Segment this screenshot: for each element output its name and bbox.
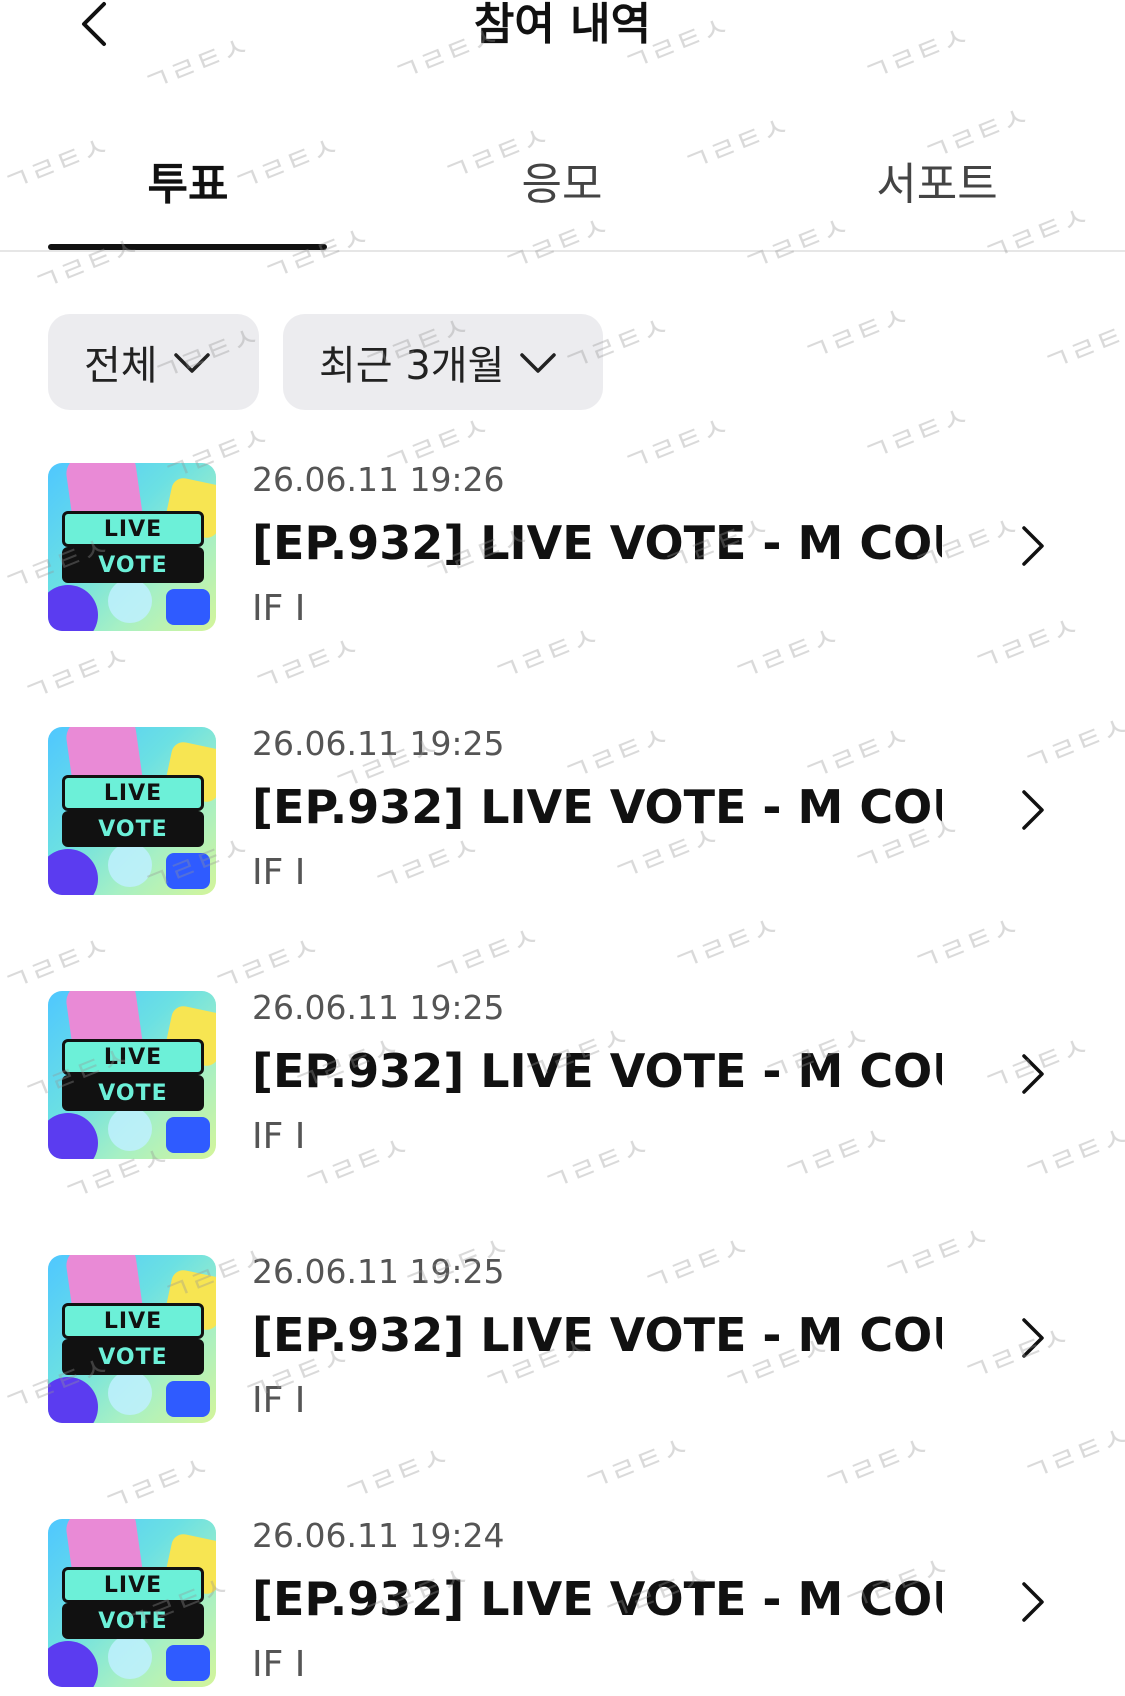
vote-thumbnail: LIVE VOTE xyxy=(48,463,216,631)
chevron-right-icon xyxy=(1022,1582,1044,1622)
watermark: ㄱㄹㅌㅅ xyxy=(1038,308,1125,383)
thumb-label-top: LIVE xyxy=(62,511,204,547)
thumb-label-bottom: VOTE xyxy=(62,1339,204,1375)
app-screen: 참여 내역 투표 응모 서포트 전체 최근 3개월 LIVE VOTE 26.0… xyxy=(0,0,1125,1696)
tab-label: 응모 xyxy=(521,159,603,210)
thumb-label-top: LIVE xyxy=(62,775,204,811)
vote-thumbnail: LIVE VOTE xyxy=(48,1519,216,1687)
item-date: 26.06.11 19:24 xyxy=(252,1516,505,1555)
vote-thumbnail: LIVE VOTE xyxy=(48,991,216,1159)
watermark: ㄱㄹㅌㅅ xyxy=(798,298,915,373)
list-item[interactable]: LIVE VOTE 26.06.11 19:25 [EP.932] LIVE V… xyxy=(0,1252,1125,1472)
list-item[interactable]: LIVE VOTE 26.06.11 19:25 [EP.932] LIVE V… xyxy=(0,724,1125,944)
tab-vote[interactable]: 투표 xyxy=(48,130,328,250)
item-date: 26.06.11 19:25 xyxy=(252,988,505,1027)
chevron-right-icon xyxy=(1022,1318,1044,1358)
header: 참여 내역 xyxy=(0,0,1125,80)
chevron-right-icon xyxy=(1022,1054,1044,1094)
filter-period-dropdown[interactable]: 최근 3개월 xyxy=(283,314,603,410)
chevron-down-icon xyxy=(520,353,557,373)
item-date: 26.06.11 19:25 xyxy=(252,1252,505,1291)
tab-support[interactable]: 서포트 xyxy=(797,130,1077,250)
thumb-label-bottom: VOTE xyxy=(62,1075,204,1111)
tab-active-indicator xyxy=(48,244,327,250)
item-subtitle: IF I xyxy=(252,1116,306,1157)
chevron-right-icon xyxy=(1022,790,1044,830)
tab-label: 투표 xyxy=(147,159,229,210)
item-subtitle: IF I xyxy=(252,852,306,893)
thumb-label-bottom: VOTE xyxy=(62,1603,204,1639)
item-subtitle: IF I xyxy=(252,1644,306,1685)
thumb-label-top: LIVE xyxy=(62,1039,204,1075)
thumb-label-bottom: VOTE xyxy=(62,811,204,847)
list-item[interactable]: LIVE VOTE 26.06.11 19:24 [EP.932] LIVE V… xyxy=(0,1516,1125,1696)
vote-thumbnail: LIVE VOTE xyxy=(48,727,216,895)
chevron-right-icon xyxy=(1022,526,1044,566)
tab-bar: 투표 응모 서포트 xyxy=(0,130,1125,252)
item-title: [EP.932] LIVE VOTE - M COU... xyxy=(252,516,942,570)
item-title: [EP.932] LIVE VOTE - M COU... xyxy=(252,1044,942,1098)
item-date: 26.06.11 19:25 xyxy=(252,724,505,763)
item-subtitle: IF I xyxy=(252,1380,306,1421)
item-title: [EP.932] LIVE VOTE - M COU... xyxy=(252,780,942,834)
page-title: 참여 내역 xyxy=(473,0,652,50)
list-item[interactable]: LIVE VOTE 26.06.11 19:26 [EP.932] LIVE V… xyxy=(0,460,1125,680)
tab-entry[interactable]: 응모 xyxy=(422,130,702,250)
tab-label: 서포트 xyxy=(876,159,998,210)
filter-label: 전체 xyxy=(84,343,158,389)
filter-category-dropdown[interactable]: 전체 xyxy=(48,314,259,410)
filter-label: 최근 3개월 xyxy=(319,343,505,389)
item-title: [EP.932] LIVE VOTE - M COU... xyxy=(252,1572,942,1626)
vote-thumbnail: LIVE VOTE xyxy=(48,1255,216,1423)
thumb-label-bottom: VOTE xyxy=(62,547,204,583)
thumb-label-top: LIVE xyxy=(62,1303,204,1339)
chevron-down-icon xyxy=(173,353,210,373)
list-item[interactable]: LIVE VOTE 26.06.11 19:25 [EP.932] LIVE V… xyxy=(0,988,1125,1208)
item-title: [EP.932] LIVE VOTE - M COU... xyxy=(252,1308,942,1362)
item-date: 26.06.11 19:26 xyxy=(252,460,505,499)
item-subtitle: IF I xyxy=(252,588,306,629)
thumb-label-top: LIVE xyxy=(62,1567,204,1603)
